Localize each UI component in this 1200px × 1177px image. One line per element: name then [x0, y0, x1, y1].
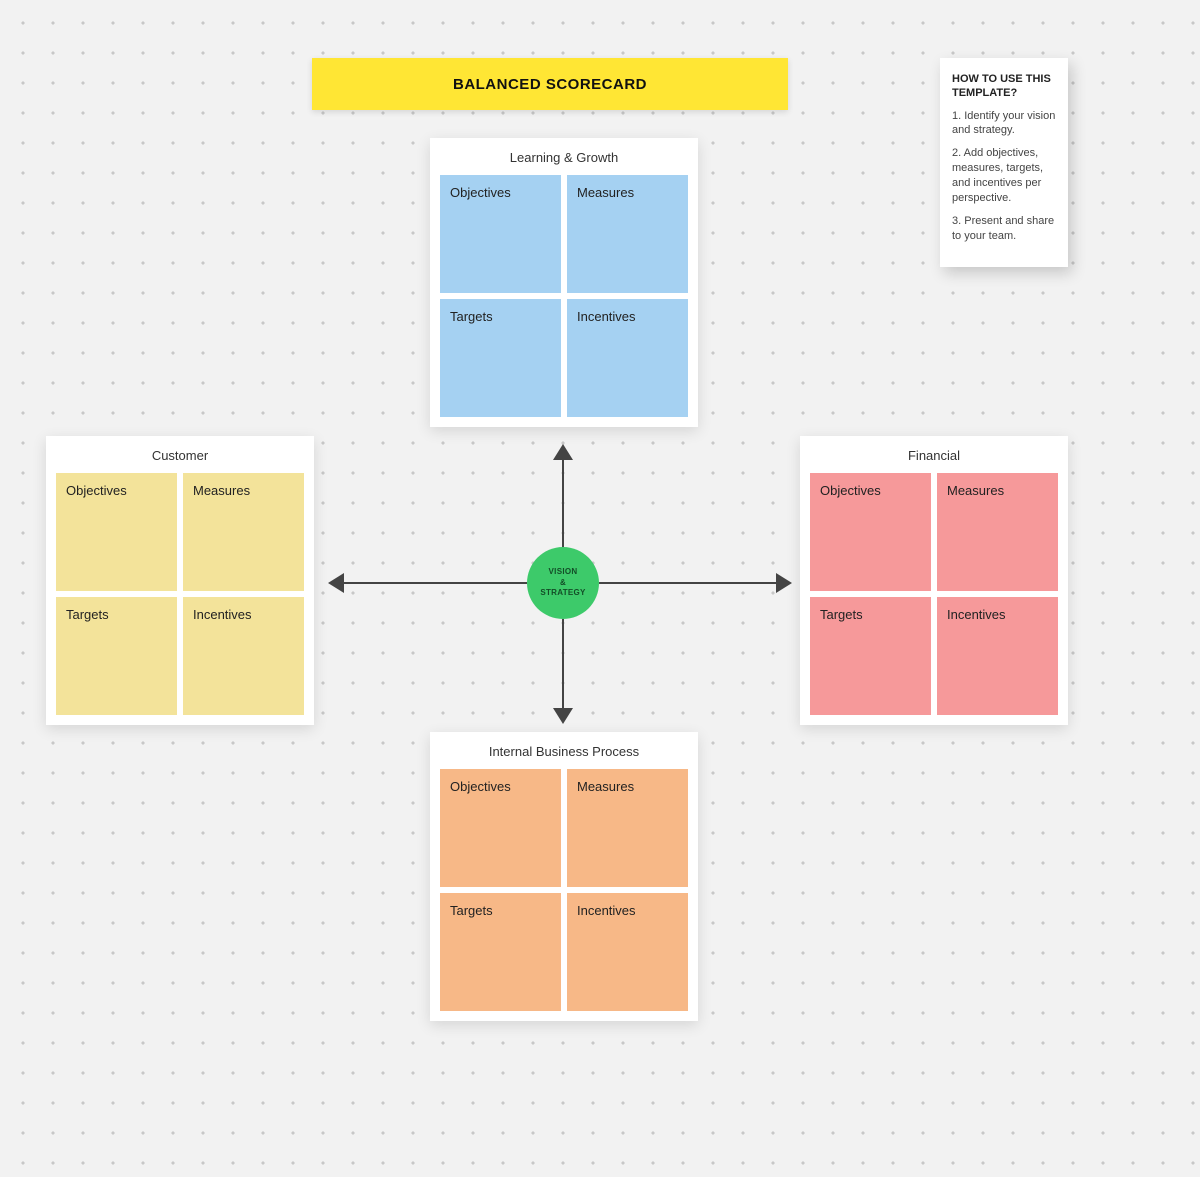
- cell-targets[interactable]: Targets: [440, 893, 561, 1011]
- perspective-title: Learning & Growth: [440, 150, 688, 167]
- perspective-learning-growth[interactable]: Learning & Growth Objectives Measures Ta…: [430, 138, 698, 427]
- help-step-1: 1. Identify your vision and strategy.: [952, 109, 1056, 139]
- perspective-title: Internal Business Process: [440, 744, 688, 761]
- center-line1: VISION: [549, 567, 578, 576]
- cell-incentives[interactable]: Incentives: [567, 299, 688, 417]
- help-title: HOW TO USE THIS TEMPLATE?: [952, 72, 1056, 101]
- help-step-2: 2. Add objectives, measures, targets, an…: [952, 146, 1056, 205]
- cell-incentives[interactable]: Incentives: [567, 893, 688, 1011]
- cell-measures[interactable]: Measures: [567, 175, 688, 293]
- cell-objectives[interactable]: Objectives: [810, 473, 931, 591]
- cell-measures[interactable]: Measures: [937, 473, 1058, 591]
- cell-incentives[interactable]: Incentives: [183, 597, 304, 715]
- perspective-title: Customer: [56, 448, 304, 465]
- cell-measures[interactable]: Measures: [567, 769, 688, 887]
- cell-targets[interactable]: Targets: [810, 597, 931, 715]
- perspective-customer[interactable]: Customer Objectives Measures Targets Inc…: [46, 436, 314, 725]
- cell-objectives[interactable]: Objectives: [56, 473, 177, 591]
- perspective-internal-business-process[interactable]: Internal Business Process Objectives Mea…: [430, 732, 698, 1021]
- center-line3: STRATEGY: [540, 588, 585, 597]
- title-banner: BALANCED SCORECARD: [312, 58, 788, 110]
- cell-incentives[interactable]: Incentives: [937, 597, 1058, 715]
- cell-targets[interactable]: Targets: [56, 597, 177, 715]
- title-text: BALANCED SCORECARD: [453, 76, 647, 93]
- cell-targets[interactable]: Targets: [440, 299, 561, 417]
- cell-objectives[interactable]: Objectives: [440, 175, 561, 293]
- help-step-3: 3. Present and share to your team.: [952, 214, 1056, 244]
- center-vision-strategy[interactable]: VISION & STRATEGY: [527, 547, 599, 619]
- perspective-title: Financial: [810, 448, 1058, 465]
- cell-measures[interactable]: Measures: [183, 473, 304, 591]
- center-line2: &: [560, 578, 566, 587]
- cell-objectives[interactable]: Objectives: [440, 769, 561, 887]
- perspective-financial[interactable]: Financial Objectives Measures Targets In…: [800, 436, 1068, 725]
- help-card[interactable]: HOW TO USE THIS TEMPLATE? 1. Identify yo…: [940, 58, 1068, 267]
